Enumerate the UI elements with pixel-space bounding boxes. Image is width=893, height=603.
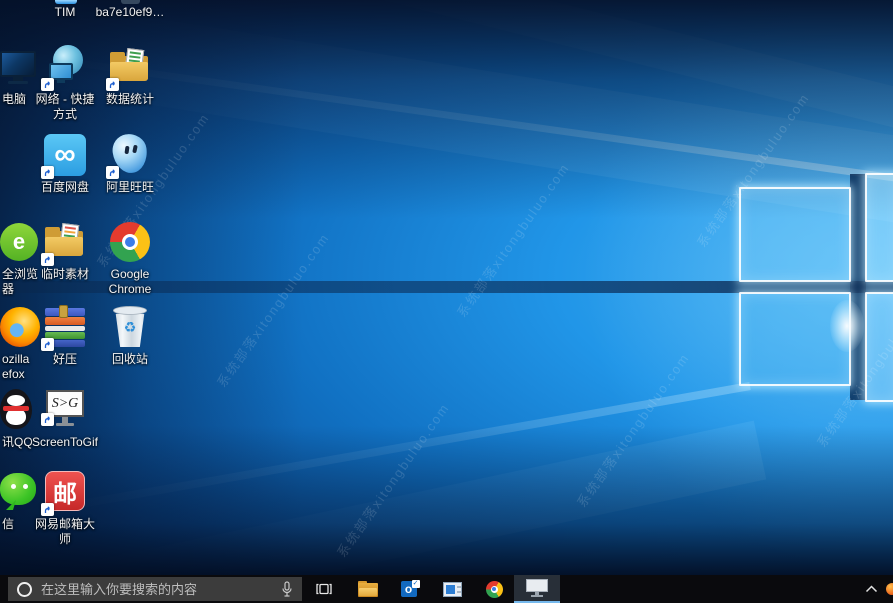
icon-label: 回收站 [88, 352, 172, 367]
haozip-icon [43, 305, 87, 349]
file-explorer-button[interactable] [348, 575, 388, 603]
aliwangwang-icon [108, 133, 152, 177]
icon-label: 数据统计 [88, 92, 172, 107]
windows-desktop: 系统部落xitongbuluo.com 系统部落xitongbuluo.com … [0, 0, 893, 603]
chrome-icon [486, 581, 503, 598]
shortcut-arrow-icon [41, 78, 54, 91]
desktop-icon-data-stats[interactable]: 数据统计 [88, 45, 172, 107]
screentogif-window-button[interactable] [514, 575, 560, 603]
desktop-icon-aliwangwang[interactable]: 阿里旺旺 [88, 133, 172, 195]
desktop-icon-tim-clipped[interactable] [55, 0, 77, 4]
folder-icon [43, 220, 87, 264]
folder-icon [108, 45, 152, 89]
taskbar: o ✓ [0, 575, 893, 603]
shortcut-arrow-icon [41, 413, 54, 426]
chevron-up-icon [865, 585, 878, 593]
icon-label: ScreenToGif [23, 435, 107, 450]
shortcut-arrow-icon [106, 166, 119, 179]
show-hidden-icons-button[interactable] [858, 575, 884, 603]
screentogif-icon: S>G [43, 388, 87, 432]
desktop-icon-screentogif[interactable]: S>G ScreenToGif [23, 388, 107, 450]
shortcut-arrow-icon [41, 338, 54, 351]
baidu-netdisk-icon: ∞ [43, 133, 87, 177]
shortcut-arrow-icon [41, 166, 54, 179]
desktop-icon-mail-master[interactable]: 邮 网易邮箱大师 [23, 470, 107, 547]
cortana-icon [17, 582, 32, 597]
file-explorer-icon [358, 581, 378, 597]
network-icon [43, 45, 87, 89]
outlook-button[interactable]: o ✓ [390, 575, 430, 603]
icon-label: 网易邮箱大师 [23, 517, 107, 547]
desktop-icon-google-chrome[interactable]: GoogleChrome [88, 220, 172, 297]
chrome-button[interactable] [474, 575, 514, 603]
tray-app-icon-clipped[interactable] [886, 583, 893, 595]
outlook-icon: o ✓ [401, 580, 420, 598]
blue-app-icon [443, 582, 462, 597]
desktop-icon-file-clipped[interactable] [121, 0, 140, 4]
desktop-icon-recycle-bin[interactable]: ♻ 回收站 [88, 305, 172, 367]
task-view-icon [315, 580, 333, 598]
blue-app-button[interactable] [432, 575, 472, 603]
shortcut-arrow-icon [106, 78, 119, 91]
taskbar-search-box[interactable] [8, 577, 302, 601]
mail-master-icon: 邮 [43, 470, 87, 514]
search-input[interactable] [41, 582, 280, 597]
icon-label: 阿里旺旺 [88, 180, 172, 195]
shortcut-arrow-icon [41, 503, 54, 516]
microphone-icon[interactable] [280, 581, 294, 598]
icon-label: GoogleChrome [88, 267, 172, 297]
screentogif-window-icon [526, 579, 548, 597]
shortcut-arrow-icon [41, 253, 54, 266]
chrome-icon [108, 220, 152, 264]
desktop-icon-label[interactable]: ba7e10ef9… [88, 5, 172, 19]
recycle-bin-icon: ♻ [108, 305, 152, 349]
task-view-button[interactable] [304, 575, 344, 603]
